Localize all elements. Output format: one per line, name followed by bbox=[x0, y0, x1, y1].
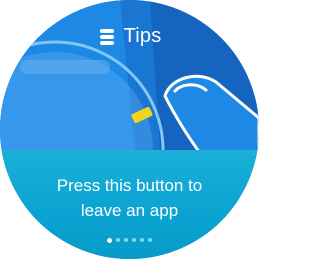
page-dot-3[interactable] bbox=[124, 238, 128, 242]
watch-tips-icon bbox=[99, 29, 114, 45]
page-dot-2[interactable] bbox=[116, 238, 120, 242]
page-title: Tips bbox=[123, 24, 162, 47]
tip-message-line-2: leave an app bbox=[80, 201, 179, 220]
page-indicator bbox=[0, 237, 259, 243]
tip-message: Press this button to leave an app bbox=[0, 173, 259, 223]
page-dot-5[interactable] bbox=[140, 238, 144, 242]
tips-screen: Tips Press this button to leave an app bbox=[0, 0, 260, 259]
page-dot-1[interactable] bbox=[107, 237, 112, 243]
page-dot-6[interactable] bbox=[148, 238, 152, 242]
page-dot-4[interactable] bbox=[132, 238, 136, 242]
tips-header: Tips bbox=[0, 23, 259, 49]
tip-message-line-1: Press this button to bbox=[56, 176, 203, 195]
round-watch-display: Tips Press this button to leave an app bbox=[0, 0, 259, 259]
